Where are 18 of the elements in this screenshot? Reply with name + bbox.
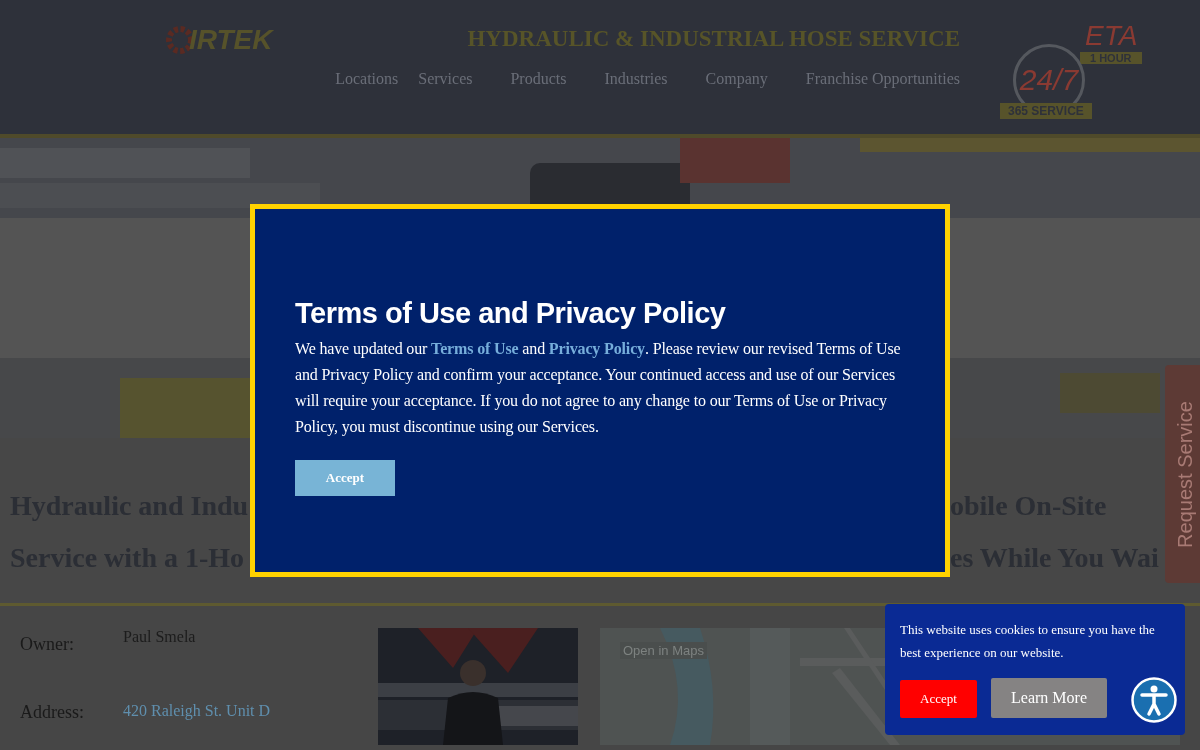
nav-link[interactable]: Products (510, 70, 567, 88)
learn-more-button[interactable]: Learn More (991, 678, 1107, 718)
accept-button[interactable]: Accept (900, 680, 977, 718)
nav-link[interactable]: Industries (604, 70, 668, 88)
cookie-text: This website uses cookies to ensure you have the best experience on our website. (900, 621, 1156, 662)
accessibility-icon[interactable] (1131, 677, 1177, 723)
nav-link[interactable]: Franchise Opportunities (805, 70, 960, 88)
address-link[interactable]: 420 Raleigh St. Unit D (123, 696, 271, 750)
accept-button[interactable]: Accept (295, 460, 395, 496)
policy-link[interactable]: Terms of Use (431, 340, 519, 357)
modal-text: We have updated our Terms of Use and Privacy Policy. Please review our revised Terms of Use and Privacy Policy and confirm your acceptance. Your continued access and use of our Services will require your acceptance. If you do not agree to any change to our Terms of Use or Privacy Policy, you must discontinue using our Services. (295, 339, 902, 438)
eta-text: ETA (1085, 20, 1138, 52)
nav-link[interactable]: Services (418, 70, 473, 88)
nav-link[interactable]: Locations (335, 70, 399, 88)
modal-title: Terms of Use and Privacy Policy (295, 297, 727, 330)
nav-link[interactable]: Company (705, 70, 768, 88)
policy-link[interactable]: Privacy Policy (548, 340, 645, 357)
request-service-tab[interactable]: Request Service (1165, 365, 1200, 583)
